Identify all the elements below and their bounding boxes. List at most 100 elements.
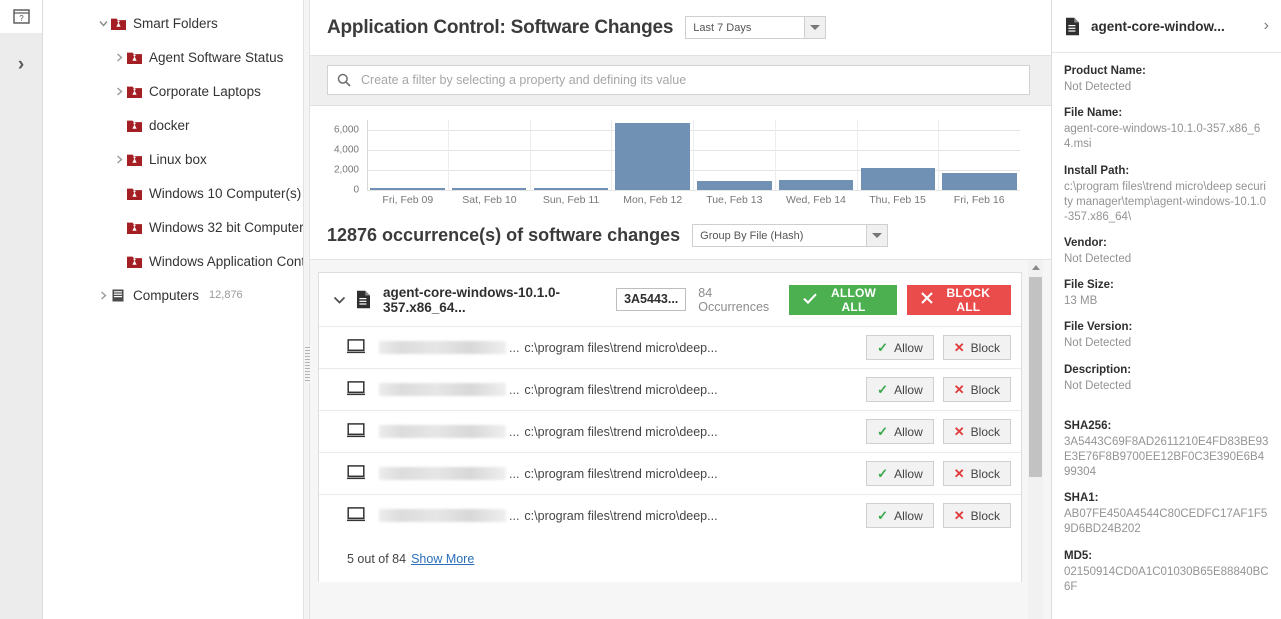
occurrences-header: 12876 occurrence(s) of software changes … [306, 218, 1051, 259]
sidebar-item-label: docker [149, 118, 190, 133]
table-row[interactable]: ...c:\program files\trend micro\deep...✓… [319, 326, 1021, 368]
sidebar-item-agent-software-status[interactable]: Agent Software Status [43, 40, 305, 74]
smart-folder-icon [127, 153, 142, 166]
smart-folder-icon [111, 17, 126, 30]
chart-plot [367, 120, 1020, 190]
x-icon [921, 292, 933, 307]
sidebar-item-count: 12,876 [209, 289, 243, 301]
chevron-down-icon[interactable] [333, 292, 346, 307]
application-window: ? › Smart Folders Agent [0, 0, 1281, 619]
y-tick-label: 6,000 [327, 125, 359, 136]
help-button[interactable]: ? [0, 0, 42, 33]
block-button[interactable]: ✕Block [943, 335, 1011, 360]
file-hash-chip[interactable]: 3A5443... [616, 288, 686, 312]
monitor-icon [347, 339, 365, 357]
sidebar-item-windows-10-computers[interactable]: Windows 10 Computer(s) [43, 176, 305, 210]
allow-label: Allow [894, 341, 923, 355]
group-by-select[interactable]: Group By File (Hash) [692, 224, 888, 247]
allow-button[interactable]: ✓Allow [866, 377, 934, 402]
filter-input-wrapper[interactable] [327, 65, 1030, 95]
block-label: Block [971, 341, 1000, 355]
chart-bar[interactable] [942, 173, 1016, 191]
chevron-right-icon[interactable]: › [1264, 17, 1269, 35]
chevron-down-icon[interactable] [804, 17, 825, 38]
software-changes-chart: 0 2,000 4,000 6,000 Fri, Feb 09Sat, Feb … [306, 106, 1051, 218]
monitor-icon [347, 465, 365, 483]
chart-bar[interactable] [534, 188, 608, 190]
check-icon: ✓ [877, 382, 888, 398]
main-content: Application Control: Software Changes La… [305, 0, 1052, 619]
allow-button[interactable]: ✓Allow [866, 419, 934, 444]
sidebar-item-label: Windows Application Control [149, 254, 305, 269]
twisty-right-icon[interactable] [111, 53, 127, 62]
sidebar-item-corporate-laptops[interactable]: Corporate Laptops [43, 74, 305, 108]
x-icon: ✕ [954, 382, 965, 398]
allow-all-button[interactable]: ALLOW ALL [789, 285, 896, 315]
sidebar-item-windows-application-control[interactable]: Windows Application Control [43, 244, 305, 278]
page-title: Application Control: Software Changes [327, 17, 673, 39]
allow-all-label: ALLOW ALL [824, 286, 882, 314]
check-icon [803, 293, 817, 307]
check-icon: ✓ [877, 466, 888, 482]
expand-panel-button[interactable]: › [0, 33, 42, 619]
smart-folder-icon [127, 119, 142, 132]
detail-field-key: MD5: [1064, 550, 1269, 562]
card-footer: 5 out of 84 Show More [319, 536, 1021, 581]
chart-x-label: Thu, Feb 15 [857, 194, 939, 206]
group-by-value: Group By File (Hash) [700, 230, 803, 242]
chart-x-label: Fri, Feb 16 [938, 194, 1020, 206]
chart-bar-cell [694, 120, 776, 190]
scroll-up-button[interactable] [1028, 260, 1043, 275]
shown-count: 5 out of 84 [347, 552, 406, 566]
allow-button[interactable]: ✓Allow [866, 461, 934, 486]
detail-field-key: File Name: [1064, 107, 1269, 119]
block-all-label: BLOCK ALL [940, 286, 997, 314]
show-more-link[interactable]: Show More [411, 552, 474, 566]
sidebar-item-docker[interactable]: docker [43, 108, 305, 142]
block-button[interactable]: ✕Block [943, 461, 1011, 486]
chart-bar[interactable] [615, 123, 689, 190]
search-input[interactable] [359, 72, 1020, 88]
sidebar-item-label: Agent Software Status [149, 50, 283, 65]
splitter-grip[interactable] [305, 347, 310, 383]
table-row[interactable]: ...c:\program files\trend micro\deep...✓… [319, 494, 1021, 536]
twisty-right-icon[interactable] [111, 155, 127, 164]
scrollbar-thumb[interactable] [1029, 277, 1042, 477]
time-period-select[interactable]: Last 7 Days [685, 16, 826, 39]
chart-bar[interactable] [697, 181, 771, 191]
block-button[interactable]: ✕Block [943, 503, 1011, 528]
sidebar-splitter[interactable] [303, 0, 310, 619]
allow-button[interactable]: ✓Allow [866, 335, 934, 360]
block-label: Block [971, 383, 1000, 397]
chart-bar[interactable] [861, 168, 935, 191]
block-button[interactable]: ✕Block [943, 419, 1011, 444]
sidebar-item-smart-folders[interactable]: Smart Folders [43, 6, 305, 40]
chart-bars [367, 120, 1020, 190]
detail-field-value: 02150914CD0A1C01030B65E88840BC6F [1064, 565, 1269, 595]
allow-button[interactable]: ✓Allow [866, 503, 934, 528]
twisty-right-icon[interactable] [111, 87, 127, 96]
table-row[interactable]: ...c:\program files\trend micro\deep...✓… [319, 452, 1021, 494]
chart-x-label: Mon, Feb 12 [612, 194, 694, 206]
chevron-right-icon: › [18, 55, 24, 74]
block-label: Block [971, 425, 1000, 439]
sidebar-item-computers[interactable]: Computers 12,876 [43, 278, 305, 312]
detail-field-key: SHA256: [1064, 420, 1269, 432]
table-row[interactable]: ...c:\program files\trend micro\deep...✓… [319, 368, 1021, 410]
table-row[interactable]: ...c:\program files\trend micro\deep...✓… [319, 410, 1021, 452]
sidebar-item-linux-box[interactable]: Linux box [43, 142, 305, 176]
chart-bar[interactable] [452, 188, 526, 190]
row-ellipsis: ... [509, 383, 519, 397]
twisty-right-icon[interactable] [95, 291, 111, 300]
twisty-down-icon[interactable] [95, 20, 111, 27]
list-scrollbar[interactable] [1028, 260, 1043, 619]
block-button[interactable]: ✕ Block [943, 377, 1011, 402]
svg-text:?: ? [19, 14, 24, 23]
chart-bar[interactable] [779, 180, 853, 191]
chart-bar[interactable] [370, 188, 444, 190]
sidebar-item-windows-32-bit-computers[interactable]: Windows 32 bit Computer(s) [43, 210, 305, 244]
chart-bar-cell [939, 120, 1020, 190]
block-all-button[interactable]: BLOCK ALL [907, 285, 1011, 315]
file-group-name: agent-core-windows-10.1.0-357.x86_64... [383, 285, 604, 315]
chevron-down-icon[interactable] [866, 225, 887, 246]
